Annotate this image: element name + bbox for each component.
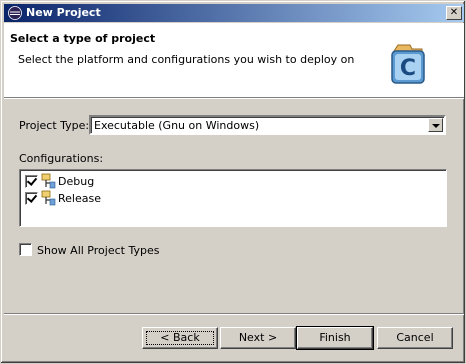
project-type-select[interactable]: Executable (Gnu on Windows) <box>89 115 446 135</box>
back-button[interactable]: < Back <box>142 327 218 349</box>
show-all-label: Show All Project Types <box>37 244 160 257</box>
finish-button[interactable]: Finish <box>296 326 374 350</box>
svg-text:C: C <box>400 56 416 81</box>
title-bar[interactable]: New Project ✕ <box>4 4 464 22</box>
c-project-logo-icon: C <box>391 44 425 84</box>
chevron-down-icon[interactable] <box>428 118 443 132</box>
window-title: New Project <box>26 6 101 19</box>
configurations-list[interactable]: Debug Release <box>19 169 447 227</box>
configuration-icon <box>41 190 56 206</box>
wizard-banner: Select a type of project Select the plat… <box>4 23 464 97</box>
new-project-dialog: New Project ✕ Select a type of project S… <box>0 0 466 364</box>
banner-description: Select the platform and configurations y… <box>18 53 355 66</box>
project-type-label: Project Type: <box>19 119 90 132</box>
list-item-label: Release <box>58 192 101 205</box>
close-button[interactable]: ✕ <box>446 6 462 20</box>
banner-divider <box>4 97 464 99</box>
cancel-button[interactable]: Cancel <box>377 327 453 349</box>
project-type-value: Executable (Gnu on Windows) <box>94 119 260 132</box>
banner-title: Select a type of project <box>10 32 156 45</box>
eclipse-icon <box>8 6 22 20</box>
configuration-icon <box>41 173 56 189</box>
list-item-label: Debug <box>58 175 95 188</box>
release-checkbox[interactable] <box>25 192 38 205</box>
show-all-checkbox[interactable] <box>19 243 32 256</box>
button-divider <box>4 313 464 315</box>
next-button[interactable]: Next > <box>220 327 296 349</box>
debug-checkbox[interactable] <box>25 175 38 188</box>
configurations-label: Configurations: <box>19 152 104 165</box>
close-icon: ✕ <box>449 7 459 18</box>
